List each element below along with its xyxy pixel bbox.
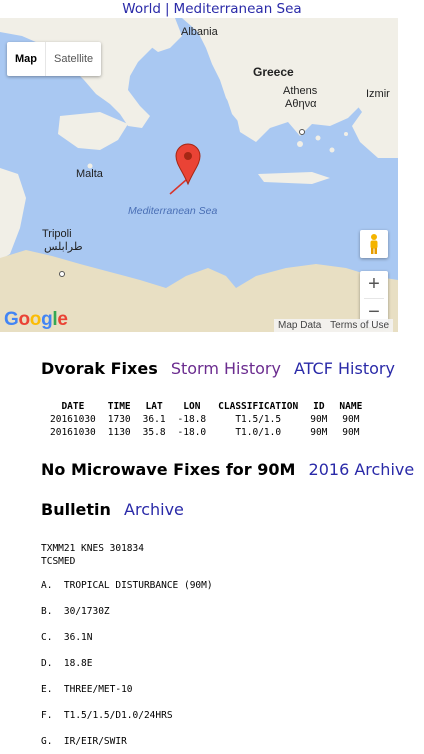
map-label-tripoli: Tripoli — [42, 228, 72, 240]
atcf-history-link[interactable]: ATCF History — [294, 359, 395, 378]
breadcrumb-region-link[interactable]: Mediterranean Sea — [174, 1, 302, 17]
bulletin-header-line1: TXMM21 KNES 301834 — [41, 543, 144, 554]
dvorak-heading: Dvorak Fixes — [41, 359, 158, 378]
city-dot-tripoli — [59, 271, 65, 277]
table-cell: 35.8 — [142, 427, 166, 438]
column-header: NAME — [339, 401, 363, 412]
breadcrumb-world-link[interactable]: World — [122, 1, 161, 17]
map-attribution: Map Data Terms of Use — [274, 319, 394, 332]
table-cell: 20161030 — [50, 427, 96, 438]
bulletin-archive-link[interactable]: Archive — [124, 500, 184, 519]
dvorak-fixes-table: DATE TIME LAT LON CLASSIFICATION ID NAME… — [44, 400, 368, 439]
table-cell: T1.0/1.0 — [235, 427, 282, 438]
location-marker-icon[interactable] — [175, 143, 201, 186]
land-island — [297, 141, 303, 147]
bulletin-item: D. 18.8E — [41, 658, 93, 669]
land-peloponnese — [226, 90, 286, 136]
table-cell: 20161030 — [50, 414, 96, 425]
bulletin-item: C. 36.1N — [41, 632, 93, 643]
map-label-athens-native: Αθηνα — [285, 98, 317, 110]
table-cell: 1130 — [107, 427, 131, 438]
map-label-sea: Mediterranean Sea — [128, 205, 218, 217]
map-label-athens: Athens — [283, 85, 318, 97]
map-data-link[interactable]: Map Data — [278, 320, 321, 331]
land-sicily — [58, 112, 128, 150]
map-label-greece: Greece — [253, 65, 294, 79]
column-header: LAT — [145, 401, 163, 412]
table-cell: -18.0 — [177, 427, 207, 438]
table-header-row: DATE TIME LAT LON CLASSIFICATION ID NAME — [44, 400, 368, 413]
land-crete — [258, 172, 330, 184]
bulletin-item: B. 30/1730Z — [41, 606, 110, 617]
terms-of-use-link[interactable]: Terms of Use — [330, 320, 389, 331]
bulletin-item: G. IR/EIR/SWIR — [41, 736, 127, 747]
bulletin-header-line2: TCSMED — [41, 556, 76, 567]
land-island — [329, 147, 335, 153]
map-label-albania: Albania — [181, 26, 218, 38]
column-header: LON — [183, 401, 201, 412]
land-tunisia — [0, 168, 26, 260]
map-type-map-button[interactable]: Map — [7, 42, 45, 76]
microwave-heading: No Microwave Fixes for 90M — [41, 460, 296, 479]
zoom-in-button[interactable]: + — [360, 271, 388, 298]
table-cell: 90M — [342, 427, 360, 438]
table-cell: 90M — [310, 414, 328, 425]
microwave-archive-link[interactable]: 2016 Archive — [309, 460, 415, 479]
map-type-control: Map Satellite — [7, 42, 102, 76]
map-label-tripoli-native: طرابلس — [44, 241, 83, 253]
column-header: DATE — [61, 401, 85, 412]
breadcrumb-separator: | — [164, 1, 170, 17]
street-view-pegman-button[interactable] — [360, 230, 388, 258]
bulletin-item: F. T1.5/1.5/D1.0/24HRS — [41, 710, 173, 721]
table-row: 20161030 1130 35.8 -18.0 T1.0/1.0 90M 90… — [44, 426, 368, 439]
table-cell: -18.8 — [177, 414, 207, 425]
breadcrumb: World | Mediterranean Sea — [0, 0, 424, 18]
table-cell: 36.1 — [142, 414, 166, 425]
column-header: TIME — [107, 401, 131, 412]
map-label-malta: Malta — [76, 168, 103, 180]
map-type-satellite-button[interactable]: Satellite — [45, 42, 101, 76]
column-header: ID — [313, 401, 325, 412]
table-cell: 1730 — [107, 414, 131, 425]
table-cell: 90M — [342, 414, 360, 425]
land-island — [344, 132, 348, 136]
bulletin-section-header: Bulletin Archive — [41, 500, 184, 520]
google-logo[interactable]: Google — [4, 309, 68, 331]
column-header: CLASSIFICATION — [218, 401, 299, 412]
storm-history-link[interactable]: Storm History — [171, 359, 281, 378]
bulletin-item: A. TROPICAL DISTURBANCE (90M) — [41, 580, 213, 591]
pegman-icon — [370, 234, 378, 254]
map-view[interactable]: Albania Greece Athens Αθηνα Izmir Malta … — [0, 18, 398, 332]
marker-center — [184, 152, 192, 160]
city-dot-athens — [299, 129, 305, 135]
table-cell: 90M — [310, 427, 328, 438]
table-row: 20161030 1730 36.1 -18.8 T1.5/1.5 90M 90… — [44, 413, 368, 426]
bulletin-item: E. THREE/MET-10 — [41, 684, 133, 695]
map-label-izmir: Izmir — [366, 88, 390, 100]
land-island — [315, 135, 321, 141]
microwave-section-header: No Microwave Fixes for 90M 2016 Archive — [41, 460, 414, 480]
dvorak-section-header: Dvorak Fixes Storm History ATCF History — [41, 359, 395, 379]
storm-track-line — [169, 179, 187, 195]
bulletin-heading: Bulletin — [41, 500, 111, 519]
table-cell: T1.5/1.5 — [235, 414, 282, 425]
